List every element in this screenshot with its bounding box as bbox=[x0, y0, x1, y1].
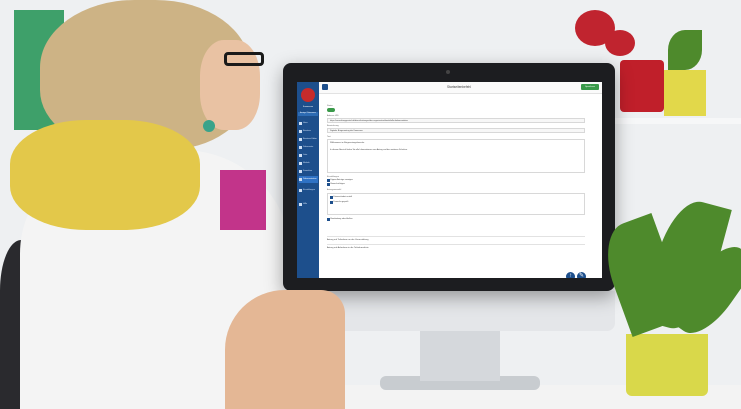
sidebar-item-list[interactable]: Liste bbox=[299, 152, 318, 159]
eyeglasses bbox=[224, 52, 264, 66]
top-bar: Startseitenbefehl Speichern bbox=[319, 82, 602, 94]
sidebar-item-home[interactable]: Haus bbox=[299, 120, 318, 127]
module-icon bbox=[299, 162, 302, 165]
plant-pot bbox=[626, 334, 708, 396]
option-checkbox[interactable]: Benachrichtigen bbox=[327, 183, 345, 186]
upload-icon[interactable]: ↑ bbox=[566, 272, 575, 278]
flower-pot bbox=[620, 60, 664, 112]
photo-scene: Kommunen Anzeige / Nutzername Haus Benut… bbox=[0, 0, 741, 409]
url-input[interactable]: https://verwaltungsportal.de/dienstleist… bbox=[327, 118, 585, 123]
text-label: Text bbox=[327, 136, 331, 138]
checkbox-icon bbox=[327, 218, 330, 221]
sidebar-item-documents[interactable]: Dokumente bbox=[299, 144, 318, 151]
red-flower bbox=[605, 30, 635, 56]
document-icon bbox=[299, 146, 302, 149]
user-badge[interactable]: Anzeige / Nutzername bbox=[298, 112, 318, 116]
text-line: In diesem Bereich finden Sie alle Inform… bbox=[330, 149, 408, 151]
yellow-scarf bbox=[10, 120, 200, 230]
selection-checkbox[interactable]: Formular geprüft bbox=[330, 201, 582, 204]
finish-checkbox[interactable]: Bearbeitung abschließen bbox=[327, 218, 353, 221]
selection-box: Einverständnis erteilt Formular geprüft bbox=[327, 193, 585, 215]
person-arm bbox=[225, 290, 345, 409]
text-editor[interactable]: Willkommen im Bürgerantragsformular. In … bbox=[327, 139, 585, 173]
help-icon bbox=[299, 203, 302, 206]
wall-shelf bbox=[612, 118, 741, 124]
monitor-screen: Kommunen Anzeige / Nutzername Haus Benut… bbox=[297, 82, 602, 278]
brand-name: Kommunen bbox=[302, 106, 314, 108]
logo bbox=[301, 88, 315, 102]
user-icon bbox=[299, 130, 302, 133]
sidebar-item-documentation[interactable]: Dokumentation bbox=[299, 176, 318, 183]
webcam bbox=[446, 70, 450, 74]
home-icon bbox=[299, 122, 302, 125]
form-icon bbox=[299, 170, 302, 173]
sidebar: Kommunen Anzeige / Nutzername Haus Benut… bbox=[297, 82, 319, 278]
save-button[interactable]: Speichern bbox=[581, 84, 599, 90]
list-item[interactable]: Antrag auf Aufnahme in die Teilnehmerlis… bbox=[327, 244, 585, 251]
settings-icon bbox=[299, 189, 302, 192]
earring bbox=[203, 120, 215, 132]
list-icon bbox=[299, 154, 302, 157]
sidebar-item-modules[interactable]: Module bbox=[299, 160, 318, 167]
name-input[interactable]: Digitaler Bürgerantrag der Kommune bbox=[327, 128, 585, 133]
section-label: Antragsauswahl bbox=[327, 189, 342, 191]
sidebar-item-forms[interactable]: Formulare bbox=[299, 168, 318, 175]
sidebar-item-editor[interactable]: Benutzer Editor bbox=[299, 136, 318, 143]
small-pot bbox=[664, 70, 706, 116]
url-label: Adresse URL bbox=[327, 115, 339, 117]
selection-checkbox[interactable]: Einverständnis erteilt bbox=[330, 196, 582, 199]
checkbox-icon bbox=[327, 179, 330, 182]
plant-leaves bbox=[668, 30, 702, 70]
menu-button[interactable] bbox=[322, 84, 328, 90]
checkbox-icon bbox=[330, 196, 333, 199]
checkbox-icon bbox=[330, 201, 333, 204]
checkbox-icon bbox=[327, 183, 330, 186]
edit-icon[interactable]: ✎ bbox=[577, 272, 586, 278]
status-toggle[interactable] bbox=[327, 108, 335, 112]
doc-icon bbox=[299, 178, 302, 181]
list-item[interactable]: Antrag auf Teilnahme an der Veranstaltun… bbox=[327, 236, 585, 243]
options-label: Einstellungen bbox=[327, 176, 340, 178]
sidebar-item-help[interactable]: Hilfe bbox=[299, 201, 318, 208]
edit-icon bbox=[299, 138, 302, 141]
name-label: Bezeichnung bbox=[327, 125, 339, 127]
sidebar-item-users[interactable]: Benutzer bbox=[299, 128, 318, 135]
sidebar-item-settings[interactable]: Einstellungen bbox=[299, 187, 318, 194]
monitor-stand bbox=[420, 331, 500, 381]
magenta-book bbox=[220, 170, 266, 230]
page-title: Startseitenbefehl bbox=[447, 85, 471, 89]
status-label: Status bbox=[327, 105, 333, 107]
option-checkbox[interactable]: Eigene Anträge anzeigen bbox=[327, 179, 353, 182]
text-line: Willkommen im Bürgerantragsformular. bbox=[330, 142, 365, 144]
